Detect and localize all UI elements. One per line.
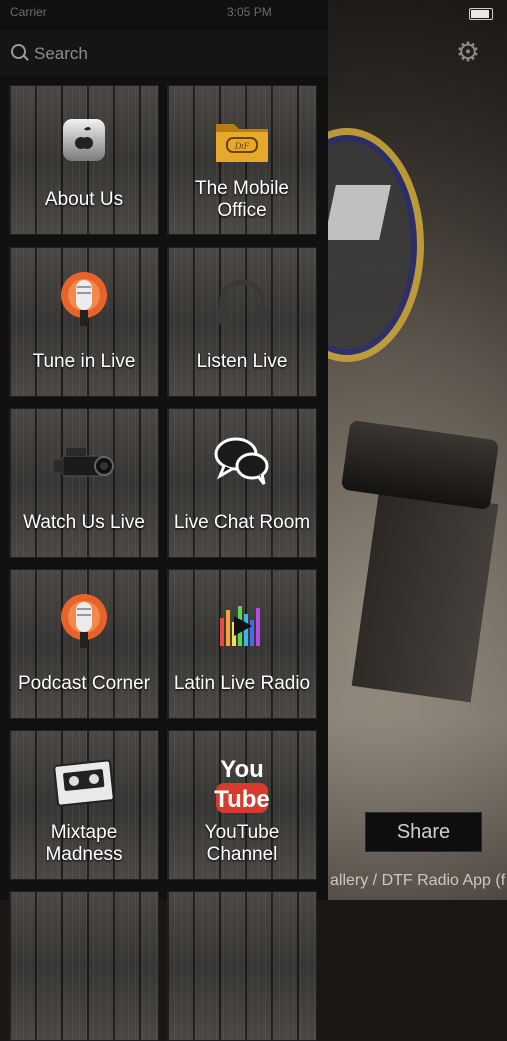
background-logo-letter	[324, 185, 391, 240]
menu-tile-mobile-office[interactable]: DtF The Mobile Office	[167, 85, 317, 235]
search-icon	[11, 44, 26, 59]
menu-label: YouTube Channel	[204, 822, 280, 865]
gear-icon[interactable]: ⚙	[454, 38, 482, 66]
status-bar: Carrier 3:05 PM	[0, 0, 507, 26]
video-camera-icon	[54, 448, 114, 477]
svg-text:DtF: DtF	[234, 141, 250, 151]
ticker-text: allery / DTF Radio App (f	[330, 872, 506, 889]
menu-tile-latin-live-radio[interactable]: Latin Live Radio	[167, 569, 317, 719]
svg-text:You: You	[220, 756, 264, 783]
menu-label: About Us	[44, 189, 124, 210]
podcast-mic-icon	[61, 594, 107, 648]
menu-tile-live-chat-room[interactable]: Live Chat Room	[167, 408, 317, 558]
menu-tile-partial[interactable]	[9, 891, 159, 1041]
headphones-icon	[218, 279, 266, 324]
menu-label: Watch Us Live	[23, 512, 145, 533]
youtube-icon: You Tube	[214, 756, 270, 813]
menu-label: Live Chat Room	[173, 512, 311, 533]
equalizer-play-icon	[220, 606, 260, 646]
podcast-mic-icon	[61, 272, 107, 326]
menu-tile-tune-in-live[interactable]: Tune in Live	[9, 247, 159, 397]
menu-label: Listen Live	[196, 351, 288, 372]
apple-logo-icon	[63, 119, 105, 161]
menu-tile-partial[interactable]	[167, 891, 317, 1041]
menu-tile-listen-live[interactable]: Listen Live	[167, 247, 317, 397]
side-menu: About Us DtF The Mobile Office Tune in	[0, 0, 328, 1041]
clock: 3:05 PM	[227, 5, 272, 19]
menu-tile-youtube-channel[interactable]: You Tube YouTube Channel	[167, 730, 317, 880]
folder-icon: DtF	[216, 123, 268, 162]
cassette-icon	[53, 759, 115, 807]
menu-tile-about-us[interactable]: About Us	[9, 85, 159, 235]
search-bar[interactable]	[0, 30, 328, 76]
menu-label: The Mobile Office	[195, 178, 289, 221]
menu-tile-podcast-corner[interactable]: Podcast Corner	[9, 569, 159, 719]
background-fader-slot	[351, 487, 499, 703]
battery-icon	[469, 8, 493, 20]
menu-tile-watch-us-live[interactable]: Watch Us Live	[9, 408, 159, 558]
chat-bubbles-icon	[214, 437, 269, 485]
menu-label: Latin Live Radio	[173, 673, 311, 694]
menu-tile-mixtape-madness[interactable]: Mixtape Madness	[9, 730, 159, 880]
carrier-label: Carrier	[10, 5, 47, 19]
search-input[interactable]	[32, 41, 316, 67]
svg-text:Tube: Tube	[214, 786, 270, 813]
menu-label: Tune in Live	[32, 351, 136, 372]
share-button[interactable]: Share	[365, 812, 482, 852]
background-fader-knob	[340, 419, 500, 511]
menu-label: Podcast Corner	[17, 673, 150, 694]
menu-label: Mixtape Madness	[45, 822, 123, 865]
